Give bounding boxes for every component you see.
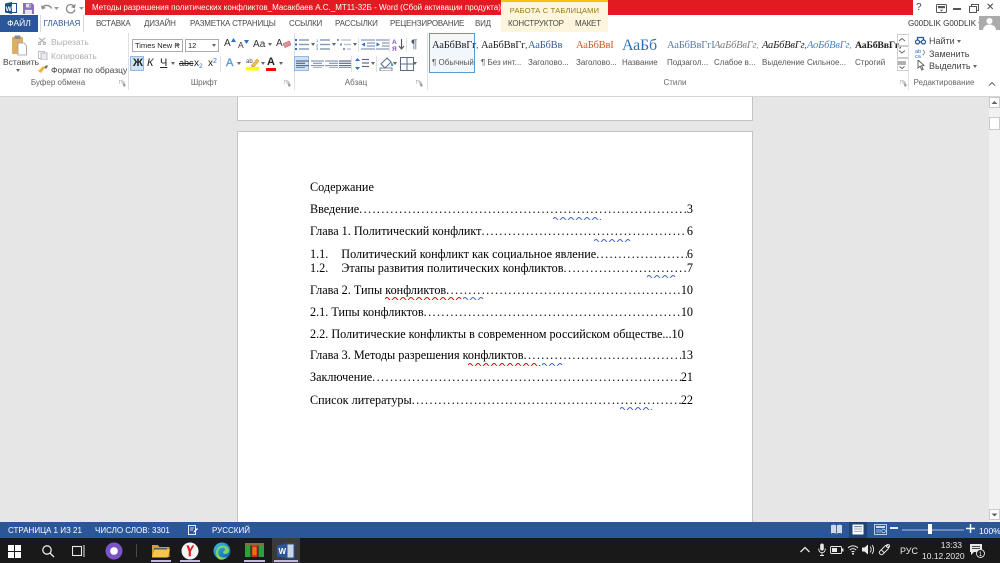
svg-text:ab: ab: [246, 59, 253, 65]
svg-text:ca: ca: [915, 54, 922, 58]
svg-text:3: 3: [316, 46, 319, 50]
svg-text:W: W: [6, 6, 13, 13]
svg-text:W: W: [279, 547, 287, 556]
svg-text:А: А: [392, 39, 397, 46]
svg-text:Я: Я: [392, 46, 397, 51]
